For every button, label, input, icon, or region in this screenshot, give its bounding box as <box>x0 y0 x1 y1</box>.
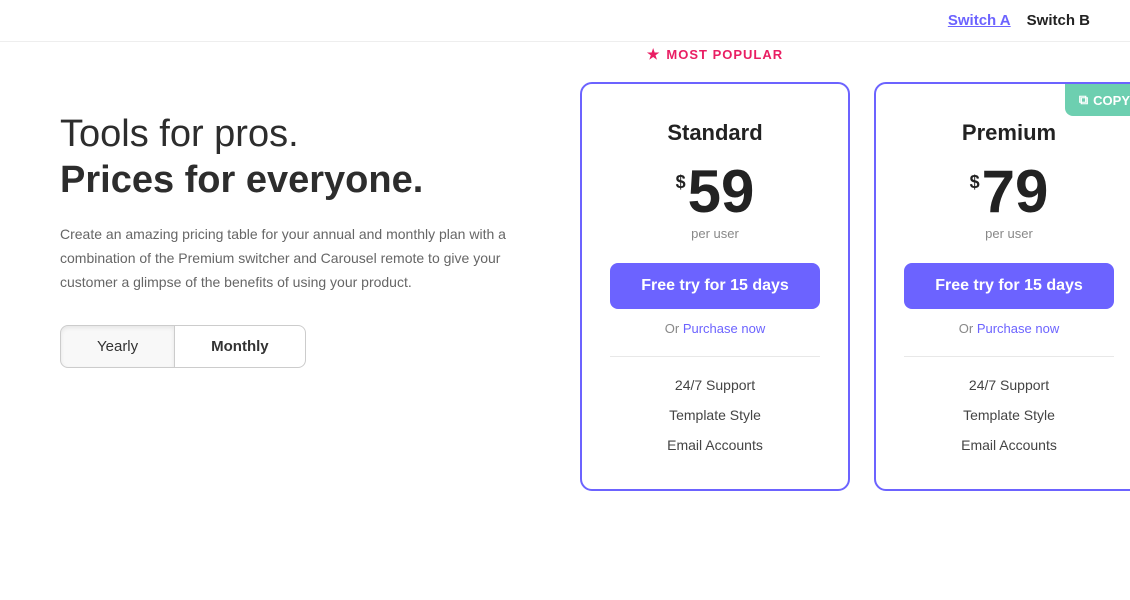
main-content: Tools for pros. Prices for everyone. Cre… <box>0 42 1130 600</box>
standard-divider <box>610 356 820 357</box>
premium-title: Premium <box>962 120 1056 146</box>
premium-per-user: per user <box>985 226 1033 241</box>
standard-price: 59 <box>688 162 755 222</box>
premium-price-wrapper: $ 79 <box>970 162 1049 222</box>
premium-feature-3: Email Accounts <box>904 437 1114 453</box>
premium-feature-1: 24/7 Support <box>904 377 1114 393</box>
left-section: Tools for pros. Prices for everyone. Cre… <box>60 82 540 368</box>
premium-cta-button[interactable]: Free try for 15 days <box>904 263 1114 309</box>
standard-title: Standard <box>667 120 762 146</box>
standard-card: Standard $ 59 per user Free try for 15 d… <box>580 82 850 491</box>
switch-a-link[interactable]: Switch A <box>948 12 1011 29</box>
standard-purchase-now[interactable]: Purchase now <box>683 321 765 336</box>
top-bar: Switch A Switch B <box>0 0 1130 42</box>
standard-cta-button[interactable]: Free try for 15 days <box>610 263 820 309</box>
switch-b-link[interactable]: Switch B <box>1027 12 1090 29</box>
headline-bold: Prices for everyone. <box>60 158 540 204</box>
premium-currency: $ <box>970 172 980 193</box>
monthly-toggle[interactable]: Monthly <box>175 325 306 368</box>
standard-purchase-link: Or Purchase now <box>665 321 765 336</box>
copy-label: COPY <box>1093 93 1130 108</box>
billing-toggle: Yearly Monthly <box>60 325 540 368</box>
standard-per-user: per user <box>691 226 739 241</box>
star-icon: ★ <box>647 46 661 63</box>
most-popular-badge: ★ MOST POPULAR <box>580 46 850 63</box>
standard-features: 24/7 Support Template Style Email Accoun… <box>610 377 820 453</box>
premium-divider <box>904 356 1114 357</box>
premium-purchase-link: Or Purchase now <box>959 321 1059 336</box>
cards-area: ★ MOST POPULAR Standard $ 59 per user Fr… <box>580 82 1130 491</box>
premium-features: 24/7 Support Template Style Email Accoun… <box>904 377 1114 453</box>
standard-feature-3: Email Accounts <box>610 437 820 453</box>
standard-currency: $ <box>676 172 686 193</box>
yearly-toggle[interactable]: Yearly <box>60 325 175 368</box>
headline: Tools for pros. Prices for everyone. <box>60 112 540 203</box>
headline-light: Tools for pros. <box>60 112 540 158</box>
copy-icon: ⧉ <box>1079 92 1088 108</box>
standard-feature-2: Template Style <box>610 407 820 423</box>
popular-label: MOST POPULAR <box>666 47 783 62</box>
right-section: ★ MOST POPULAR Standard $ 59 per user Fr… <box>580 82 1130 491</box>
copy-button[interactable]: ⧉ COPY <box>1065 84 1130 116</box>
premium-purchase-now[interactable]: Purchase now <box>977 321 1059 336</box>
standard-price-wrapper: $ 59 <box>676 162 755 222</box>
premium-price: 79 <box>982 162 1049 222</box>
description-text: Create an amazing pricing table for your… <box>60 223 520 294</box>
standard-feature-1: 24/7 Support <box>610 377 820 393</box>
premium-feature-2: Template Style <box>904 407 1114 423</box>
premium-card: ⧉ COPY Premium $ 79 per user Free try fo… <box>874 82 1130 491</box>
